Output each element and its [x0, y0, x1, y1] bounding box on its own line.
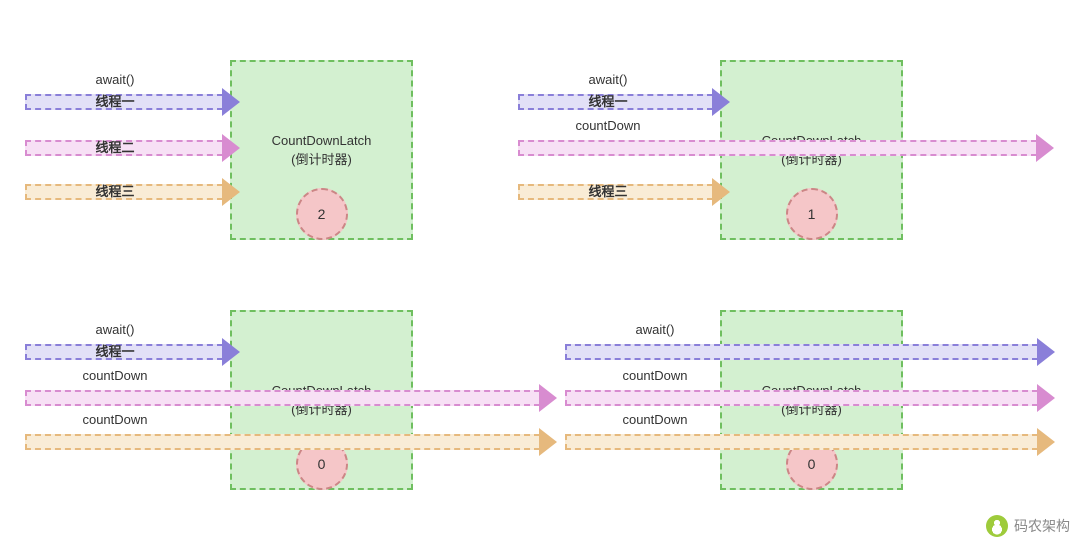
- thread-arrow: await()线程一: [25, 92, 240, 112]
- countdownlatch-box: CountDownLatch(倒计时器) 2: [230, 60, 413, 240]
- arrow-head-icon: [539, 428, 557, 456]
- arrow-head-icon: [222, 134, 240, 162]
- arrow-center-label: 线程三: [588, 181, 627, 200]
- arrow-top-label: await(): [588, 72, 627, 87]
- wechat-icon: [986, 515, 1008, 537]
- arrow-center-label: 线程一: [588, 91, 627, 110]
- arrow-top-label: countDown: [575, 118, 640, 133]
- arrow-head-icon: [1037, 338, 1055, 366]
- arrow-head-icon: [539, 384, 557, 412]
- thread-arrow: countDown: [518, 138, 1054, 158]
- arrow-center-label: 线程二: [95, 137, 134, 156]
- arrow-shaft: [25, 434, 540, 450]
- thread-arrow: 线程二: [25, 138, 240, 158]
- arrow-center-label: 线程一: [95, 91, 134, 110]
- thread-arrow: countDown: [565, 388, 1055, 408]
- box-title-line2: (倒计时器): [272, 150, 372, 170]
- thread-arrow: countDown: [25, 388, 557, 408]
- box-title-line1: CountDownLatch: [272, 131, 372, 151]
- counter-circle: 1: [786, 188, 838, 240]
- arrow-head-icon: [222, 178, 240, 206]
- arrow-head-icon: [712, 88, 730, 116]
- arrow-head-icon: [222, 338, 240, 366]
- arrow-head-icon: [1037, 384, 1055, 412]
- watermark-text: 码农架构: [1014, 516, 1070, 536]
- watermark: 码农架构: [986, 515, 1070, 537]
- arrow-top-label: countDown: [82, 368, 147, 383]
- arrow-shaft: [565, 344, 1038, 360]
- thread-arrow: 线程三: [25, 182, 240, 202]
- arrow-head-icon: [1036, 134, 1054, 162]
- counter-value: 0: [808, 456, 816, 472]
- arrow-head-icon: [222, 88, 240, 116]
- thread-arrow: countDown: [565, 432, 1055, 452]
- arrow-top-label: await(): [95, 322, 134, 337]
- arrow-center-label: 线程三: [95, 181, 134, 200]
- counter-circle: 2: [296, 188, 348, 240]
- thread-arrow: 线程三: [518, 182, 730, 202]
- arrow-top-label: countDown: [82, 412, 147, 427]
- arrow-center-label: 线程一: [95, 341, 134, 360]
- thread-arrow: await(): [565, 342, 1055, 362]
- arrow-shaft: [25, 390, 540, 406]
- arrow-top-label: await(): [95, 72, 134, 87]
- arrow-shaft: [518, 140, 1037, 156]
- box-title: CountDownLatch(倒计时器): [272, 131, 372, 170]
- thread-arrow: countDown: [25, 432, 557, 452]
- arrow-top-label: countDown: [622, 412, 687, 427]
- arrow-shaft: [565, 434, 1038, 450]
- arrow-top-label: await(): [635, 322, 674, 337]
- arrow-top-label: countDown: [622, 368, 687, 383]
- counter-value: 1: [808, 206, 816, 222]
- arrow-head-icon: [712, 178, 730, 206]
- arrow-shaft: [565, 390, 1038, 406]
- counter-value: 0: [318, 456, 326, 472]
- thread-arrow: await()线程一: [25, 342, 240, 362]
- counter-value: 2: [318, 206, 326, 222]
- thread-arrow: await()线程一: [518, 92, 730, 112]
- arrow-head-icon: [1037, 428, 1055, 456]
